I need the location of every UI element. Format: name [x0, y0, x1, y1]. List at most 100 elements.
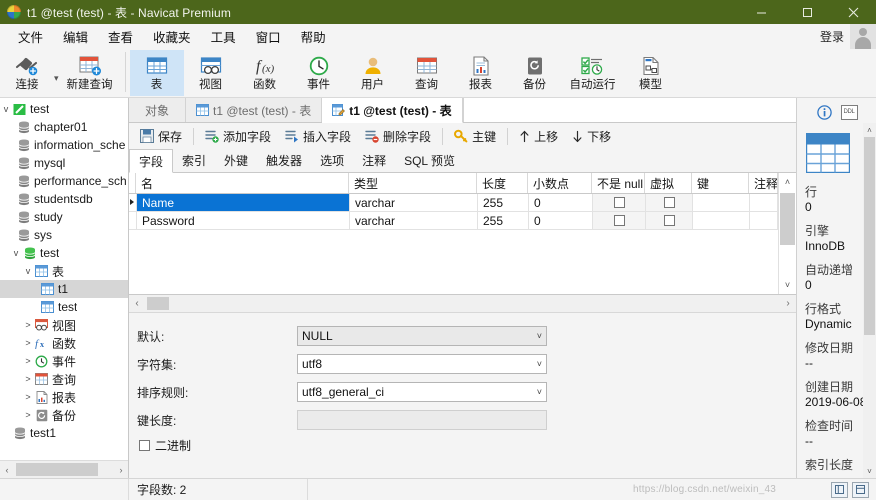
toolbar-new-query[interactable]: 新建查询 — [59, 50, 121, 96]
tree-node-information-schema[interactable]: information_sche — [0, 136, 128, 154]
column-header-comment[interactable]: 注释 — [749, 173, 778, 193]
tree-node-performance-schema[interactable]: performance_sch — [0, 172, 128, 190]
menu-view[interactable]: 查看 — [98, 24, 143, 49]
toolbar-query[interactable]: 查询 — [400, 50, 454, 96]
toolbar-connection[interactable]: 连接 — [0, 50, 54, 96]
toolbar-table[interactable]: 表 — [130, 50, 184, 96]
tree-node-queries-folder[interactable]: > 查询 — [0, 370, 128, 388]
menu-help[interactable]: 帮助 — [291, 24, 336, 49]
cell-type[interactable]: varchar — [350, 194, 478, 212]
scroll-right-icon[interactable]: › — [780, 298, 796, 309]
tab-sql-preview[interactable]: SQL 预览 — [395, 149, 464, 172]
tab-objects[interactable]: 对象 — [129, 98, 186, 122]
cell-length[interactable]: 255 — [478, 194, 529, 212]
cell-virtual[interactable] — [646, 212, 693, 230]
collation-combo[interactable]: utf8_general_ci ˅ — [297, 382, 547, 402]
cell-not-null[interactable] — [593, 212, 646, 230]
tab-table-designer[interactable]: t1 @test (test) - 表 — [322, 98, 462, 123]
tree-node-table-test[interactable]: test — [0, 298, 128, 316]
grid-view-icon[interactable] — [831, 482, 848, 498]
column-header-type[interactable]: 类型 — [349, 173, 477, 193]
column-header-not-null[interactable]: 不是 null — [592, 173, 645, 193]
cell-not-null[interactable] — [593, 194, 646, 212]
tree-node-functions-folder[interactable]: > fx 函数 — [0, 334, 128, 352]
toolbar-user[interactable]: 用户 — [346, 50, 400, 96]
cell-key[interactable] — [693, 194, 750, 212]
column-header-name[interactable]: 名 — [136, 173, 349, 193]
tree-node-db-test[interactable]: v test — [0, 244, 128, 262]
column-header-decimals[interactable]: 小数点 — [528, 173, 592, 193]
tab-table-data[interactable]: t1 @test (test) - 表 — [186, 98, 322, 122]
toolbar-model[interactable]: 模型 — [624, 50, 678, 96]
scroll-down-icon[interactable]: ˅ — [779, 276, 796, 294]
scroll-thumb[interactable] — [864, 137, 875, 335]
toolbar-backup[interactable]: 备份 — [508, 50, 562, 96]
tree-node-connection-test1[interactable]: test1 — [0, 424, 128, 442]
sidebar-horizontal-scrollbar[interactable]: ‹ › — [0, 460, 128, 478]
virtual-checkbox[interactable] — [664, 197, 675, 208]
scroll-track[interactable] — [145, 296, 780, 311]
move-up-button[interactable]: 上移 — [512, 125, 565, 148]
toolbar-function[interactable]: f (x) 函数 — [238, 50, 292, 96]
tree-node-connection-test[interactable]: v test — [0, 100, 128, 118]
scroll-thumb[interactable] — [147, 297, 169, 310]
scroll-thumb[interactable] — [780, 193, 795, 245]
maximize-button[interactable] — [784, 0, 830, 24]
cell-comment[interactable] — [750, 212, 778, 230]
twisty-icon[interactable]: > — [22, 339, 34, 348]
add-field-button[interactable]: 添加字段 — [198, 125, 278, 148]
toolbar-event[interactable]: 事件 — [292, 50, 346, 96]
twisty-icon[interactable]: > — [22, 375, 34, 384]
chevron-down-icon[interactable]: ˅ — [533, 359, 542, 369]
tab-indexes[interactable]: 索引 — [173, 149, 215, 172]
twisty-icon[interactable]: v — [0, 105, 12, 114]
cell-virtual[interactable] — [646, 194, 693, 212]
scroll-down-icon[interactable]: ˅ — [863, 464, 876, 478]
toolbar-automation[interactable]: 自动运行 — [562, 50, 624, 96]
scroll-left-icon[interactable]: ‹ — [0, 465, 14, 475]
info-vertical-scrollbar[interactable]: ˄ ˅ — [863, 123, 876, 478]
tree-node-reports-folder[interactable]: > 报表 — [0, 388, 128, 406]
tab-comment[interactable]: 注释 — [353, 149, 395, 172]
virtual-checkbox[interactable] — [664, 215, 675, 226]
cell-decimals[interactable]: 0 — [529, 194, 593, 212]
twisty-icon[interactable]: > — [22, 411, 34, 420]
primary-key-button[interactable]: 主键 — [447, 125, 503, 148]
save-button[interactable]: 保存 — [133, 125, 189, 148]
table-row[interactable]: Password varchar 255 0 — [129, 212, 778, 230]
grid-vertical-scrollbar[interactable]: ˄ ˅ — [778, 173, 796, 294]
scroll-up-icon[interactable]: ˄ — [779, 173, 796, 191]
insert-field-button[interactable]: 插入字段 — [278, 125, 358, 148]
tree-node-views-folder[interactable]: > 视图 — [0, 316, 128, 334]
tree-node-chapter01[interactable]: chapter01 — [0, 118, 128, 136]
column-header-virtual[interactable]: 虚拟 — [645, 173, 692, 193]
cell-comment[interactable] — [750, 194, 778, 212]
not-null-checkbox[interactable] — [614, 215, 625, 226]
twisty-icon[interactable]: > — [22, 321, 34, 330]
not-null-checkbox[interactable] — [614, 197, 625, 208]
tree-node-backups-folder[interactable]: > 备份 — [0, 406, 128, 424]
tab-triggers[interactable]: 触发器 — [257, 149, 311, 172]
delete-field-button[interactable]: 删除字段 — [358, 125, 438, 148]
chevron-down-icon[interactable]: ˅ — [533, 387, 542, 397]
tree-node-study[interactable]: study — [0, 208, 128, 226]
tree-node-tables-folder[interactable]: v 表 — [0, 262, 128, 280]
twisty-icon[interactable]: > — [22, 357, 34, 366]
toolbar-report[interactable]: 报表 — [454, 50, 508, 96]
column-header-length[interactable]: 长度 — [477, 173, 528, 193]
avatar[interactable] — [850, 24, 876, 49]
binary-checkbox-row[interactable]: 二进制 — [137, 437, 796, 454]
scroll-track[interactable] — [863, 137, 876, 464]
scroll-left-icon[interactable]: ‹ — [129, 298, 145, 309]
toolbar-view[interactable]: 视图 — [184, 50, 238, 96]
tree-node-events-folder[interactable]: > 事件 — [0, 352, 128, 370]
move-down-button[interactable]: 下移 — [565, 125, 618, 148]
cell-type[interactable]: varchar — [350, 212, 478, 230]
cell-decimals[interactable]: 0 — [529, 212, 593, 230]
twisty-icon[interactable]: v — [10, 249, 22, 258]
ddl-icon[interactable]: DDL — [841, 104, 858, 121]
minimize-button[interactable] — [738, 0, 784, 24]
scroll-right-icon[interactable]: › — [114, 465, 128, 475]
grid-horizontal-scrollbar[interactable]: ‹ › — [129, 295, 796, 313]
charset-combo[interactable]: utf8 ˅ — [297, 354, 547, 374]
